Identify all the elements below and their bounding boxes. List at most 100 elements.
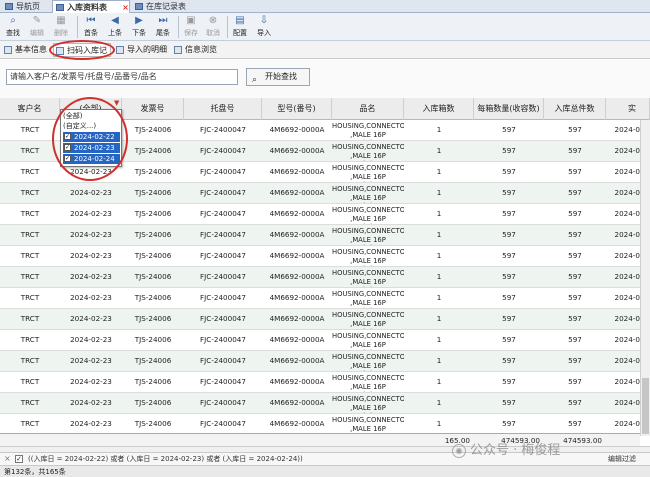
table-row[interactable]: TRCT2024-02-23TJS-24006FJC-24000474M6692…: [0, 330, 640, 351]
cell-extra[interactable]: 2024-0: [606, 162, 640, 182]
save-button[interactable]: ▣ 保存: [180, 15, 202, 39]
cell-invoice[interactable]: TJS-24006: [122, 309, 184, 329]
cell-total[interactable]: 597: [544, 225, 606, 245]
cell-extra[interactable]: 2024-0: [606, 183, 640, 203]
cell-name[interactable]: HOUSING,CONNECTOR,MALE 16P PCB(H)SMT: [332, 183, 404, 203]
cell-model[interactable]: 4M6692-0000A: [262, 225, 332, 245]
cell-customer[interactable]: TRCT: [0, 141, 60, 161]
table-row[interactable]: TRCT2024-02-23TJS-24006FJC-24000474M6692…: [0, 225, 640, 246]
prev-record-button[interactable]: ◀ 上条: [104, 15, 126, 39]
cell-name[interactable]: HOUSING,CONNECTOR,MALE 16P PCB(H)SMT: [332, 393, 404, 413]
cell-pallet[interactable]: FJC-2400047: [184, 246, 262, 266]
cell-name[interactable]: HOUSING,CONNECTOR,MALE 16P PCB(H)SMT: [332, 309, 404, 329]
checkbox-checked-icon[interactable]: ✓: [64, 144, 71, 151]
cell-model[interactable]: 4M6692-0000A: [262, 162, 332, 182]
cell-total[interactable]: 597: [544, 393, 606, 413]
cell-name[interactable]: HOUSING,CONNECTOR,MALE 16P PCB(H)SMT: [332, 162, 404, 182]
cell-total[interactable]: 597: [544, 414, 606, 434]
cell-date[interactable]: 2024-02-23: [60, 183, 122, 203]
cell-customer[interactable]: TRCT: [0, 288, 60, 308]
cell-model[interactable]: 4M6692-0000A: [262, 414, 332, 434]
table-row[interactable]: TRCT2024-02-23TJS-24006FJC-24000474M6692…: [0, 204, 640, 225]
cell-pallet[interactable]: FJC-2400047: [184, 288, 262, 308]
filter-option-date[interactable]: ✓ 2024-02-23: [63, 143, 120, 153]
cell-pallet[interactable]: FJC-2400047: [184, 372, 262, 392]
cell-name[interactable]: HOUSING,CONNECTOR,MALE 16P PCB(H)SMT: [332, 204, 404, 224]
subtab-scan-inbound-records[interactable]: 扫码入库记录: [53, 43, 111, 69]
cell-date[interactable]: 2024-02-23: [60, 393, 122, 413]
tab-nav-page[interactable]: 导航页: [2, 0, 50, 13]
cell-date[interactable]: 2024-02-23: [60, 288, 122, 308]
cell-invoice[interactable]: TJS-24006: [122, 330, 184, 350]
cell-customer[interactable]: TRCT: [0, 393, 60, 413]
column-header-pallet[interactable]: 托盘号: [184, 98, 262, 120]
tab-inbound-data[interactable]: 入库资料表 ×: [52, 0, 130, 13]
cell-total[interactable]: 597: [544, 309, 606, 329]
cell-pallet[interactable]: FJC-2400047: [184, 330, 262, 350]
cell-customer[interactable]: TRCT: [0, 120, 60, 140]
cell-invoice[interactable]: TJS-24006: [122, 372, 184, 392]
column-header-customer[interactable]: 客户名: [0, 98, 60, 120]
checkbox-checked-icon[interactable]: ✓: [64, 133, 71, 140]
cell-date[interactable]: 2024-02-23: [60, 351, 122, 371]
subtab-basic-info[interactable]: 基本信息: [2, 43, 50, 57]
cell-customer[interactable]: TRCT: [0, 414, 60, 434]
table-row[interactable]: TRCT2024-02-23TJS-24006FJC-24000474M6692…: [0, 288, 640, 309]
cell-boxes[interactable]: 1: [404, 414, 474, 434]
cell-date[interactable]: 2024-02-23: [60, 330, 122, 350]
cell-pallet[interactable]: FJC-2400047: [184, 309, 262, 329]
column-header-total-qty[interactable]: 入库总件数: [544, 98, 606, 120]
cell-model[interactable]: 4M6692-0000A: [262, 351, 332, 371]
cell-boxes[interactable]: 1: [404, 141, 474, 161]
cell-boxes[interactable]: 1: [404, 288, 474, 308]
cell-name[interactable]: HOUSING,CONNECTOR,MALE 16P PCB(H)SMT: [332, 372, 404, 392]
column-header-actual[interactable]: 实: [606, 98, 650, 120]
cell-per_box[interactable]: 597: [474, 120, 544, 140]
cell-extra[interactable]: 2024-0: [606, 288, 640, 308]
cell-total[interactable]: 597: [544, 246, 606, 266]
cell-per_box[interactable]: 597: [474, 204, 544, 224]
cell-total[interactable]: 597: [544, 372, 606, 392]
table-row[interactable]: TRCT2024-02-23TJS-24006FJC-24000474M6692…: [0, 267, 640, 288]
cell-extra[interactable]: 2024-0: [606, 246, 640, 266]
cell-date[interactable]: 2024-02-23: [60, 309, 122, 329]
cell-name[interactable]: HOUSING,CONNECTOR,MALE 16P PCB(H)SMT: [332, 120, 404, 140]
cell-model[interactable]: 4M6692-0000A: [262, 267, 332, 287]
table-row[interactable]: TRCT2024-02-23TJS-24006FJC-24000474M6692…: [0, 246, 640, 267]
edit-button[interactable]: ✎ 编辑: [26, 15, 48, 39]
find-button[interactable]: ⌕ 查找: [2, 15, 24, 39]
table-row[interactable]: TRCT2024-02-23TJS-24006FJC-24000474M6692…: [0, 393, 640, 414]
cell-extra[interactable]: 2024-0: [606, 414, 640, 434]
cell-boxes[interactable]: 1: [404, 330, 474, 350]
cell-extra[interactable]: 2024-0: [606, 225, 640, 245]
cell-extra[interactable]: 2024-0: [606, 141, 640, 161]
first-record-button[interactable]: ⏮ 首条: [80, 15, 102, 39]
cell-boxes[interactable]: 1: [404, 309, 474, 329]
column-header-inbound-boxes[interactable]: 入库箱数: [404, 98, 474, 120]
cell-date[interactable]: 2024-02-23: [60, 246, 122, 266]
cell-model[interactable]: 4M6692-0000A: [262, 288, 332, 308]
cell-invoice[interactable]: TJS-24006: [122, 120, 184, 140]
cell-invoice[interactable]: TJS-24006: [122, 141, 184, 161]
cell-customer[interactable]: TRCT: [0, 204, 60, 224]
cell-pallet[interactable]: FJC-2400047: [184, 162, 262, 182]
cell-invoice[interactable]: TJS-24006: [122, 393, 184, 413]
cell-customer[interactable]: TRCT: [0, 225, 60, 245]
cell-pallet[interactable]: FJC-2400047: [184, 204, 262, 224]
cancel-button[interactable]: ⊗ 取消: [202, 15, 224, 39]
cell-name[interactable]: HOUSING,CONNECTOR,MALE 16P PCB(H)SMT: [332, 351, 404, 371]
cell-per_box[interactable]: 597: [474, 162, 544, 182]
subtab-info-browse[interactable]: 信息浏览: [172, 43, 224, 57]
cell-pallet[interactable]: FJC-2400047: [184, 225, 262, 245]
cell-total[interactable]: 597: [544, 351, 606, 371]
cell-name[interactable]: HOUSING,CONNECTOR,MALE 16P PCB(H)SMT: [332, 330, 404, 350]
cell-invoice[interactable]: TJS-24006: [122, 288, 184, 308]
cell-per_box[interactable]: 597: [474, 330, 544, 350]
filter-option-date[interactable]: ✓ 2024-02-24: [63, 154, 120, 164]
start-search-button[interactable]: ⌕ 开始查找: [246, 68, 310, 86]
cell-model[interactable]: 4M6692-0000A: [262, 141, 332, 161]
cell-per_box[interactable]: 597: [474, 246, 544, 266]
cell-boxes[interactable]: 1: [404, 162, 474, 182]
cell-boxes[interactable]: 1: [404, 120, 474, 140]
subtab-imported-details[interactable]: 导入的明细: [114, 43, 170, 57]
